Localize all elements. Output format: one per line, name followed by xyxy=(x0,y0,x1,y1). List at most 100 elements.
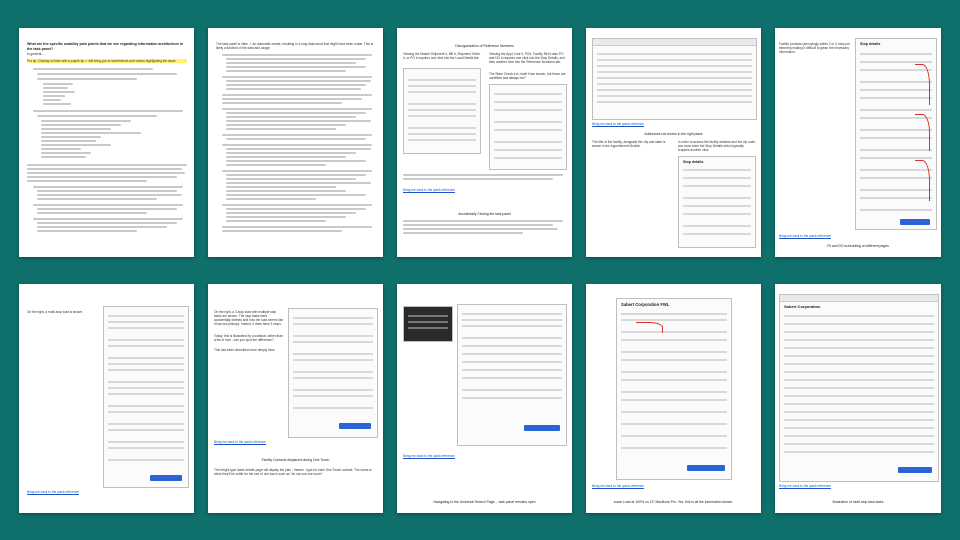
text-line xyxy=(37,230,137,232)
text-line xyxy=(41,144,111,146)
text-line xyxy=(226,84,366,86)
text-line xyxy=(222,144,372,146)
text-line xyxy=(27,168,182,170)
text-line xyxy=(403,174,563,176)
text-line xyxy=(27,164,187,166)
text-line xyxy=(226,212,356,214)
three-stop-load-screenshot xyxy=(288,308,378,438)
text-line xyxy=(41,120,131,122)
page1-sub: In general... xyxy=(27,52,44,56)
text-line xyxy=(226,190,346,192)
page3-body-right: Viewing the Appt Conf #, PO#, Facility R… xyxy=(489,52,565,64)
universal-search-screenshot xyxy=(457,304,567,446)
slide-page-10[interactable]: Sabert Corporation Bring me back to the … xyxy=(775,284,941,513)
back-to-quick-reference-link[interactable]: Bring me back to the quick reference xyxy=(214,440,266,444)
text-line xyxy=(226,198,316,200)
text-line xyxy=(222,204,372,206)
back-to-quick-reference-link[interactable]: Bring me back to the quick reference xyxy=(27,490,79,494)
slide-page-1[interactable]: What are the specific usability pain poi… xyxy=(19,28,194,257)
text-line xyxy=(226,58,366,60)
text-line xyxy=(27,172,185,174)
text-line xyxy=(37,222,177,224)
page9-caption: zoom Load at 100% on 13" MacBook Pro. Ye… xyxy=(613,500,734,504)
text-line xyxy=(37,194,182,196)
back-to-quick-reference-link[interactable]: Bring me back to the quick reference xyxy=(403,188,455,192)
text-line xyxy=(226,80,371,82)
text-line xyxy=(226,160,366,162)
slide-page-7[interactable]: On the right, a 3-stop load with multipl… xyxy=(208,284,383,513)
text-line xyxy=(43,103,71,105)
text-line xyxy=(41,148,81,150)
red-annotation-arc xyxy=(915,64,930,105)
text-line xyxy=(37,198,157,200)
page4-caption-top: Addresses not shown in the right place xyxy=(644,132,703,136)
text-line xyxy=(41,156,86,158)
load-details-screenshot xyxy=(403,68,481,154)
text-line xyxy=(41,132,141,134)
browser-screenshot xyxy=(592,38,757,120)
text-line xyxy=(226,208,366,210)
page7-caption: Facility Contacts displaced during One T… xyxy=(261,458,330,462)
text-line xyxy=(226,112,366,114)
slide-page-5[interactable]: Facility contacts (annoyingly within 2 o… xyxy=(775,28,941,257)
text-line xyxy=(222,102,342,104)
text-line xyxy=(222,230,342,232)
slide-page-4[interactable]: Bring me back to the quick reference Add… xyxy=(586,28,761,257)
text-line xyxy=(37,73,177,75)
slide-page-9[interactable]: Sabert Corporation FWL Bring me back to … xyxy=(586,284,761,513)
text-line xyxy=(222,54,372,56)
text-line xyxy=(226,178,356,180)
text-line xyxy=(403,178,553,180)
text-line xyxy=(43,99,61,101)
page7-body3: This has been described more deeply here… xyxy=(214,348,276,352)
multi-stop-tasks-screenshot: Sabert Corporation xyxy=(779,294,939,482)
page6-body: On the right, a multi-stop load is shown… xyxy=(27,310,83,314)
page3-caption: Accidentally Closing the task panel xyxy=(458,212,511,216)
text-line xyxy=(37,115,157,117)
back-to-quick-reference-link[interactable]: Bring me back to the quick reference xyxy=(403,454,455,458)
slide-page-6[interactable]: On the right, a multi-stop load is shown… xyxy=(19,284,194,513)
text-line xyxy=(226,186,336,188)
slide-page-3[interactable]: Disorganization of Reference Numbers Vie… xyxy=(397,28,572,257)
text-line xyxy=(226,124,346,126)
text-line xyxy=(222,108,372,110)
text-line xyxy=(222,134,372,136)
load-details-screenshot: Sabert Corporation FWL xyxy=(616,298,732,480)
company-title: Sabert Corporation FWL xyxy=(621,302,670,307)
text-line xyxy=(33,218,183,220)
panel-title: Stop details xyxy=(860,42,881,46)
text-line xyxy=(226,152,356,154)
page2-intro: The task panel is often ↗ an automatic c… xyxy=(216,42,374,50)
text-line xyxy=(226,66,366,68)
text-line xyxy=(226,182,371,184)
page5-caption: Fit and DO scheduling on different pages xyxy=(827,244,889,248)
text-line xyxy=(226,194,366,196)
text-line xyxy=(43,95,65,97)
text-line xyxy=(41,136,101,138)
back-to-quick-reference-link[interactable]: Bring me back to the quick reference xyxy=(779,234,831,238)
text-line xyxy=(226,128,336,130)
text-line xyxy=(226,164,326,166)
text-line xyxy=(403,232,523,234)
red-annotation-arc xyxy=(636,322,663,333)
text-line xyxy=(37,212,147,214)
text-line xyxy=(41,140,96,142)
text-line xyxy=(226,88,361,90)
back-to-quick-reference-link[interactable]: Bring me back to the quick reference xyxy=(592,484,644,488)
text-line xyxy=(37,78,137,80)
text-line xyxy=(222,98,362,100)
search-modal-screenshot xyxy=(403,306,453,342)
stop-details-panel: Stop details xyxy=(678,156,756,248)
back-to-quick-reference-link[interactable]: Bring me back to the quick reference xyxy=(592,122,644,126)
slide-page-2[interactable]: The task panel is often ↗ an automatic c… xyxy=(208,28,383,257)
text-line xyxy=(226,62,356,64)
stop-details-screenshot xyxy=(489,84,567,170)
red-annotation-arc xyxy=(915,160,930,201)
slide-page-8[interactable]: Bring me back to the quick reference Nav… xyxy=(397,284,572,513)
text-line xyxy=(41,128,111,130)
text-line xyxy=(41,152,91,154)
text-line xyxy=(33,204,183,206)
text-line xyxy=(43,83,73,85)
text-line xyxy=(33,68,153,70)
back-to-quick-reference-link[interactable]: Bring me back to the quick reference xyxy=(779,484,831,488)
